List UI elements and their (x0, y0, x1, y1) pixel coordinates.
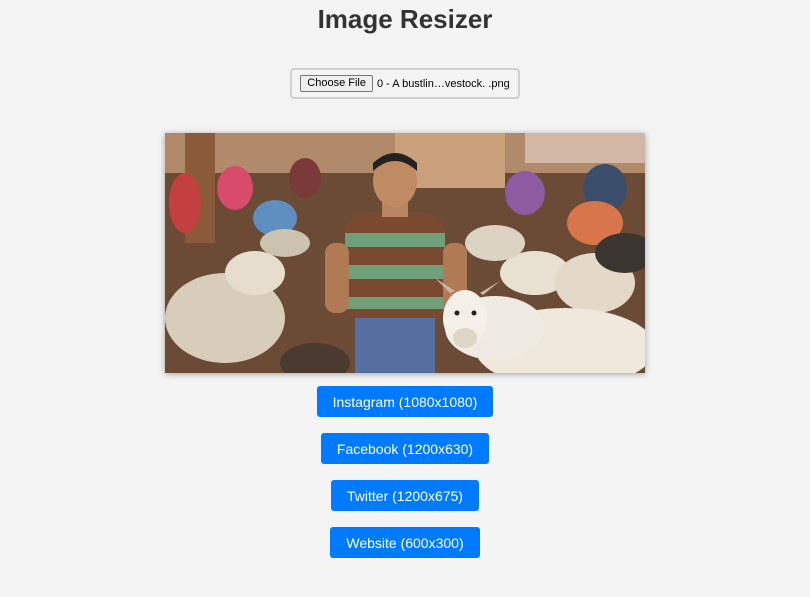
choose-file-button[interactable]: Choose File (300, 75, 373, 92)
page-title: Image Resizer (317, 4, 493, 34)
selected-file-name: 0 - A bustlin…vestock. .png (377, 77, 510, 90)
image-preview (165, 133, 645, 373)
twitter-size-button[interactable]: Twitter (1200x675) (331, 480, 479, 511)
file-input[interactable]: Choose File 0 - A bustlin…vestock. .png (290, 68, 520, 99)
facebook-size-button[interactable]: Facebook (1200x630) (320, 433, 490, 464)
instagram-size-button[interactable]: Instagram (1080x1080) (316, 386, 494, 417)
page: Image Resizer Choose File 0 - A bustlin…… (0, 0, 810, 597)
website-size-button[interactable]: Website (600x300) (330, 527, 480, 558)
preview-image (165, 133, 645, 373)
size-buttons: Instagram (1080x1080) Facebook (1200x630… (316, 386, 494, 558)
